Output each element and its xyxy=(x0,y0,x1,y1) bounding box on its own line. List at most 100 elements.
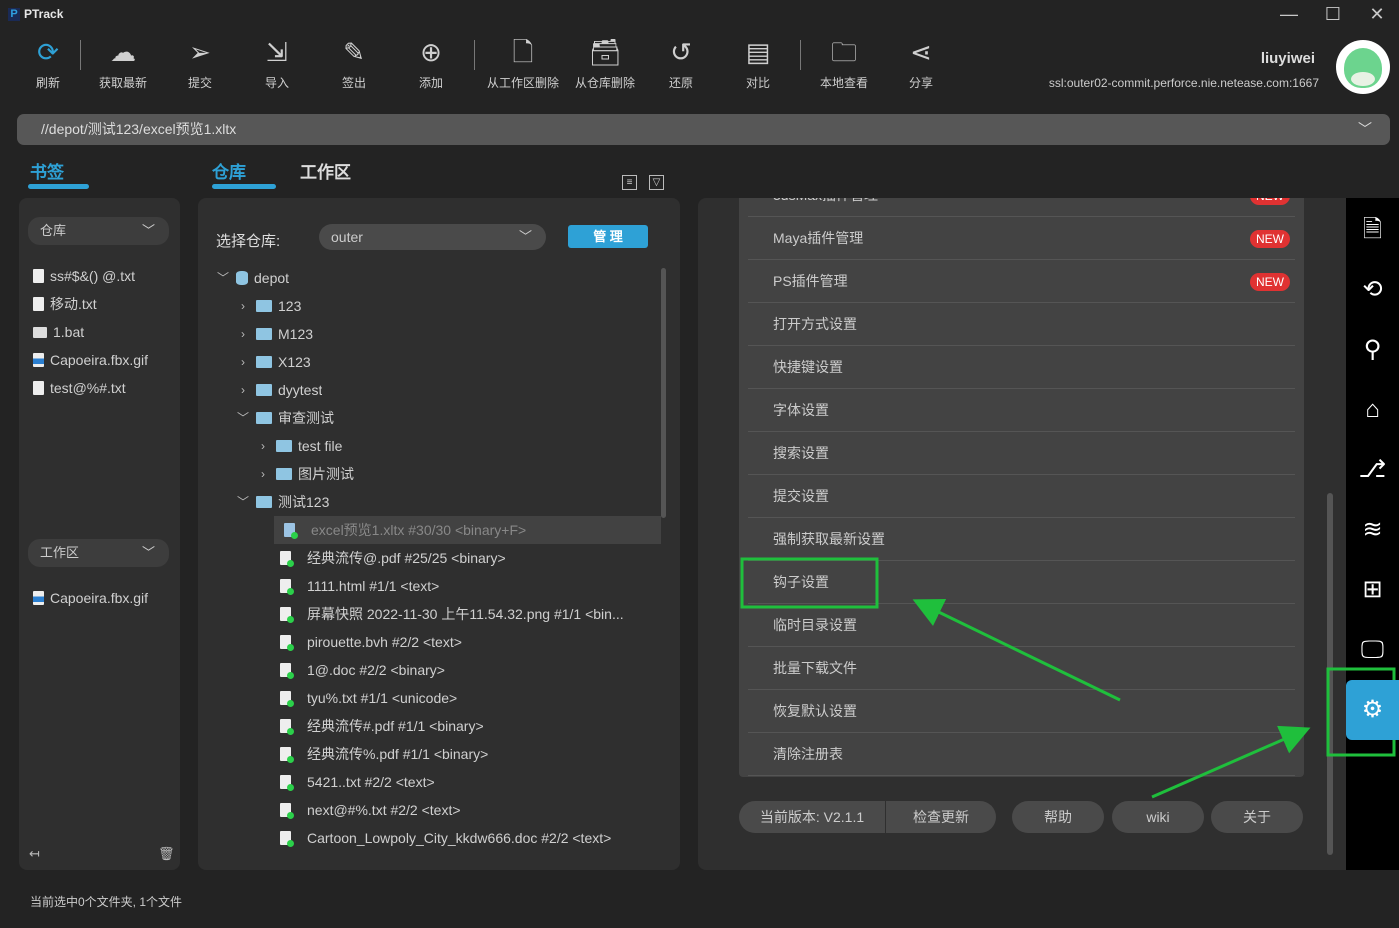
toolbar-button-compare[interactable]: ▤ 对比 xyxy=(723,36,793,91)
stream-icon[interactable]: ≋ xyxy=(1346,500,1399,560)
tree-file[interactable]: 屏幕快照 2022-11-30 上午11.54.32.png #1/1 <bin… xyxy=(216,600,661,628)
check-update-button[interactable]: 检查更新 xyxy=(886,801,996,833)
chevron-down-icon[interactable]: ﹀ xyxy=(1358,114,1372,145)
tree-folder[interactable]: ﹀ depot xyxy=(216,264,661,292)
bookmark-item[interactable]: 移动.txt xyxy=(33,290,148,318)
tree-folder[interactable]: › dyytest xyxy=(216,376,661,404)
file-icon xyxy=(280,775,294,791)
tree-folder[interactable]: › 图片测试 xyxy=(216,460,661,488)
branch-icon[interactable]: ⎇ xyxy=(1346,440,1399,500)
tree-folder[interactable]: ﹀ 测试123 xyxy=(216,488,661,516)
settings-item[interactable]: 清除注册表 xyxy=(748,733,1295,776)
tab-workspace[interactable]: 工作区 xyxy=(300,158,351,183)
tree-file[interactable]: 5421..txt #2/2 <text> xyxy=(216,768,661,796)
maximize-button[interactable]: ☐ xyxy=(1321,4,1345,25)
scrollbar[interactable] xyxy=(661,268,666,518)
tree-folder[interactable]: ﹀ 审查测试 xyxy=(216,404,661,432)
settings-item[interactable]: 批量下载文件 xyxy=(748,647,1295,690)
chevron-right-icon[interactable]: › xyxy=(256,432,270,460)
tree-folder[interactable]: › test file xyxy=(216,432,661,460)
chevron-right-icon[interactable]: › xyxy=(236,376,250,404)
bookmark-item[interactable]: Capoeira.fbx.gif xyxy=(33,346,148,374)
toolbar-button-add[interactable]: ⊕ 添加 xyxy=(396,36,466,91)
tree-file[interactable]: Cartoon_Lowpoly_City_kkdw666.doc #2/2 <t… xyxy=(216,824,661,852)
tree-folder[interactable]: › M123 xyxy=(216,320,661,348)
path-bar[interactable]: //depot/测试123/excel预览1.xltx ﹀ xyxy=(17,114,1390,145)
chevron-right-icon[interactable]: › xyxy=(256,460,270,488)
chevron-down-icon[interactable]: ﹀ xyxy=(236,488,250,516)
tree-folder[interactable]: › X123 xyxy=(216,348,661,376)
workspace-bookmark-select[interactable]: 工作区 ﹀ xyxy=(28,539,169,567)
trash-icon[interactable]: 🗑 xyxy=(158,846,175,862)
toolbar-button-revert[interactable]: ↺ 还原 xyxy=(646,36,716,91)
tree-file[interactable]: tyu%.txt #1/1 <unicode> xyxy=(216,684,661,712)
wiki-button[interactable]: wiki xyxy=(1112,801,1204,833)
settings-item[interactable]: 提交设置 xyxy=(748,475,1295,518)
toolbar-button-edit[interactable]: ✎ 签出 xyxy=(319,36,389,91)
toolbar-button-send[interactable]: ➢ 提交 xyxy=(165,36,235,91)
scrollbar[interactable] xyxy=(1327,493,1333,855)
toolbar-button-archive-delete[interactable]: 🗃 从仓库删除 xyxy=(569,36,641,91)
bookmark-panel: 仓库 ﹀ ss#$&() @.txt 移动.txt 1.bat Capoeira.fbx… xyxy=(19,198,180,870)
manage-button[interactable]: 管 理 xyxy=(568,225,648,248)
bookmark-item[interactable]: ss#$&() @.txt xyxy=(33,262,148,290)
settings-item[interactable]: 恢复默认设置 xyxy=(748,690,1295,733)
minimize-button[interactable]: — xyxy=(1277,4,1301,25)
settings-item[interactable]: 3dsMax插件管理NEW xyxy=(748,198,1295,217)
list-view-icon[interactable]: ≡ xyxy=(622,175,637,190)
history-icon[interactable]: ⟲ xyxy=(1346,260,1399,320)
settings-item[interactable]: 搜索设置 xyxy=(748,432,1295,475)
tree-file[interactable]: 经典流传#.pdf #1/1 <binary> xyxy=(216,712,661,740)
chevron-right-icon[interactable]: › xyxy=(236,348,250,376)
close-button[interactable]: ✕ xyxy=(1365,4,1389,25)
settings-item[interactable]: 钩子设置 xyxy=(748,561,1295,604)
bookmark-item[interactable]: test@%#.txt xyxy=(33,374,148,402)
toolbar-button-share[interactable]: ⋖ 分享 xyxy=(886,36,956,91)
depot-select[interactable]: outer ﹀ xyxy=(319,224,546,250)
tree-file[interactable]: 经典流传@.pdf #25/25 <binary> xyxy=(216,544,661,572)
help-button[interactable]: 帮助 xyxy=(1012,801,1104,833)
settings-item[interactable]: 字体设置 xyxy=(748,389,1295,432)
bookmark-item[interactable]: 1.bat xyxy=(33,318,148,346)
filter-icon[interactable]: ▽ xyxy=(649,175,664,190)
document-icon[interactable]: 🗎 xyxy=(1346,200,1399,260)
toolbar-button-import[interactable]: ⇲ 导入 xyxy=(242,36,312,91)
settings-item[interactable]: 打开方式设置 xyxy=(748,303,1295,346)
settings-item[interactable]: 强制获取最新设置 xyxy=(748,518,1295,561)
tree-folder[interactable]: › 123 xyxy=(216,292,661,320)
monitor-icon[interactable]: 🖵 xyxy=(1346,620,1399,680)
toolbar-divider xyxy=(474,40,475,70)
settings-item[interactable]: 快捷键设置 xyxy=(748,346,1295,389)
gear-icon[interactable]: ⚙ xyxy=(1346,680,1399,740)
tab-bookmark[interactable]: 书签 xyxy=(30,158,64,183)
file-icon xyxy=(280,579,294,595)
chevron-right-icon[interactable]: › xyxy=(236,292,250,320)
chevron-right-icon[interactable]: › xyxy=(236,320,250,348)
chevron-down-icon[interactable]: ﹀ xyxy=(236,404,250,432)
toolbar-button-file-delete[interactable]: 🗋 从工作区删除 xyxy=(487,36,559,91)
tree-file[interactable]: 经典流传%.pdf #1/1 <binary> xyxy=(216,740,661,768)
settings-item[interactable]: Maya插件管理 NEW xyxy=(748,217,1295,260)
settings-item[interactable]: 临时目录设置 xyxy=(748,604,1295,647)
toolbar-button-refresh[interactable]: ⟳ 刷新 xyxy=(13,36,83,91)
search-icon[interactable]: ⚲ xyxy=(1346,320,1399,380)
toolbar-button-folder-open[interactable]: 🗀 本地查看 xyxy=(809,36,879,91)
tab-depot[interactable]: 仓库 xyxy=(212,158,246,183)
toolbar-button-cloud-download[interactable]: ☁ 获取最新 xyxy=(88,36,158,91)
tree-file[interactable]: excel预览1.xltx #30/30 <binary+F> xyxy=(274,516,661,544)
tree-file[interactable]: pirouette.bvh #2/2 <text> xyxy=(216,628,661,656)
tree-file[interactable]: 1@.doc #2/2 <binary> xyxy=(216,656,661,684)
collapse-icon[interactable]: ↤ xyxy=(29,846,40,862)
network-icon[interactable]: ⊞ xyxy=(1346,560,1399,620)
about-button[interactable]: 关于 xyxy=(1211,801,1303,833)
settings-item[interactable]: PS插件管理 NEW xyxy=(748,260,1295,303)
tree-file[interactable]: next@#%.txt #2/2 <text> xyxy=(216,796,661,824)
file-icon xyxy=(280,747,294,763)
bookmark-item[interactable]: Capoeira.fbx.gif xyxy=(33,584,148,612)
tree-file[interactable]: 1111.html #1/1 <text> xyxy=(216,572,661,600)
chevron-down-icon[interactable]: ﹀ xyxy=(216,264,230,292)
depot-bookmark-select[interactable]: 仓库 ﹀ xyxy=(28,217,169,245)
app-logo: P xyxy=(8,7,20,21)
inbox-icon[interactable]: ⌂ xyxy=(1346,380,1399,440)
avatar[interactable] xyxy=(1336,40,1390,94)
